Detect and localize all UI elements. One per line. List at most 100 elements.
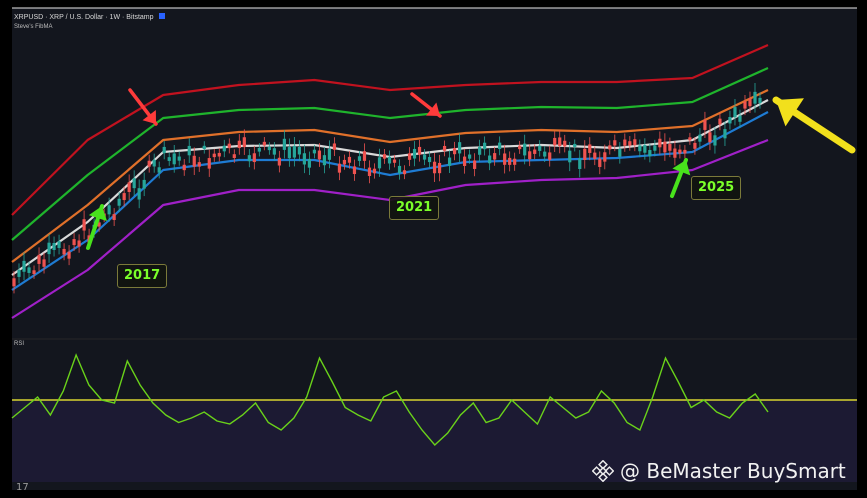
candle-body [332,143,337,150]
candle-body [498,142,502,150]
tradingview-logo[interactable]: 17 [16,482,29,493]
candle-body [147,160,151,167]
candle-body [568,150,572,163]
candle-body [558,137,562,147]
candle-body [342,159,347,165]
candle-body [493,153,497,160]
watermark-text: @ BeMaster BuySmart [620,459,846,483]
indicator-label[interactable]: Steve's FibMA [14,24,53,30]
symbol-header[interactable]: XRPUSD · XRP / U.S. Dollar · 1W · Bitsta… [14,13,166,21]
candle-body [678,149,682,154]
candle-body [598,158,602,167]
candle-body [297,146,301,155]
candle-body [352,166,357,175]
candle-body [72,239,76,246]
candle-body [157,167,161,173]
candle-body [322,155,327,166]
candle-body [307,158,311,168]
candle-body [402,170,407,175]
candle-body [62,248,66,255]
candle-body [107,205,111,215]
candle-body [132,178,136,189]
candle-body [287,147,291,159]
candle-body [182,164,186,171]
candle-body [452,148,457,155]
candle-body [247,155,251,162]
candle-body [127,182,131,192]
rsi-pane-label[interactable]: RSI [14,341,24,347]
candle-body [758,97,762,104]
candle-body [668,143,672,151]
candle-body [57,241,61,248]
year-label-2021: 2021 [389,196,440,220]
candle-body [447,157,452,166]
candle-body [167,157,171,161]
candle-body [42,259,46,267]
candle-body [172,153,176,165]
candle-body [82,219,86,231]
candle-body [613,140,617,146]
candle-body [192,155,196,167]
candle-body [232,154,236,158]
candle-body [337,163,342,173]
candle-body [633,139,637,146]
candle-body [518,145,522,150]
candle-body [412,148,417,159]
candle-body [593,152,597,159]
candle-body [457,142,462,154]
candle-body [478,146,482,155]
candle-body [272,148,276,155]
candle-body [753,91,757,104]
candle-body [713,135,717,146]
candle-body [688,137,692,141]
candle-body [122,193,126,201]
candle-body [437,162,442,174]
candle-body [67,251,71,259]
candle-body [142,179,146,189]
candle-body [382,154,387,159]
candle-body [267,146,271,151]
candle-body [362,151,367,161]
candle-body [683,149,687,154]
candle-body [227,143,231,149]
candle-body [533,149,537,154]
candle-body [162,146,166,154]
candle-body [237,140,241,149]
candle-body [357,156,362,161]
candle-body [578,158,582,169]
candle-body [317,150,322,160]
candle-body [152,159,156,167]
candle-body [177,156,181,161]
candle-body [728,116,732,124]
candle-body [588,144,592,153]
candle-body [282,138,286,150]
binance-diamond-icon [592,460,614,482]
candle-body [488,155,492,164]
candle-body [112,214,116,221]
candle-body [583,148,587,160]
candle-body [292,145,296,158]
candle-body [603,152,607,162]
candle-body [628,141,632,146]
candle-body [708,132,712,143]
candle-body [12,278,16,287]
candle-body [17,269,21,277]
candle-body [427,157,432,163]
candle-body [528,151,532,160]
candle-body [32,270,36,274]
candle-body [347,156,352,163]
candle-body [117,198,121,206]
candle-body [698,134,702,142]
candle-body [513,158,517,165]
candle-body [693,142,697,149]
candle-body [277,157,281,166]
candle-body [563,140,567,147]
candle-body [47,242,51,255]
candle-body [463,156,467,166]
candle-body [262,141,266,146]
year-label-2025: 2025 [691,176,742,200]
chart-canvas [11,7,857,490]
candle-body [663,141,667,153]
candle-body [417,146,422,155]
watermark: @ BeMaster BuySmart [592,459,846,483]
